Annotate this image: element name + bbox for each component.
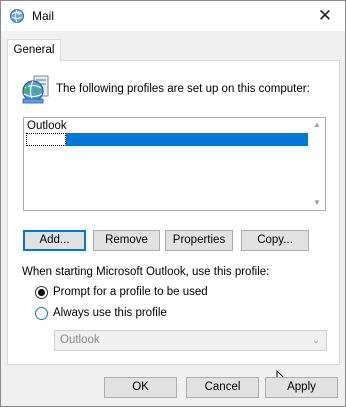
- radio-always-use-profile[interactable]: Always use this profile: [35, 305, 167, 321]
- list-item[interactable]: Outlook: [27, 120, 67, 132]
- startup-label: When starting Microsoft Outlook, use thi…: [22, 266, 270, 278]
- listbox-scrollbar[interactable]: ▲ ▼: [309, 118, 325, 210]
- properties-button[interactable]: Properties: [165, 230, 233, 251]
- mail-globe-icon: [10, 9, 24, 23]
- copy-button[interactable]: Copy...: [241, 230, 309, 251]
- radio-button-checked[interactable]: [35, 285, 48, 299]
- list-item-focus: [26, 133, 66, 146]
- cancel-button[interactable]: Cancel: [186, 377, 259, 398]
- apply-button[interactable]: Apply: [265, 377, 338, 398]
- window-title: Mail: [32, 9, 55, 23]
- scroll-up-icon[interactable]: ▲: [309, 118, 325, 132]
- ok-button[interactable]: OK: [104, 377, 177, 398]
- profiles-intro: The following profiles are set up on thi…: [56, 83, 310, 95]
- tab-general[interactable]: General: [7, 39, 61, 61]
- radio-label[interactable]: Always use this profile: [53, 307, 167, 319]
- general-panel: The following profiles are set up on thi…: [7, 60, 340, 389]
- profile-select-value: Outlook: [60, 334, 100, 346]
- close-icon: ✕: [317, 6, 333, 25]
- profile-select: Outlook ⌄: [54, 330, 327, 351]
- scroll-down-icon[interactable]: ▼: [309, 196, 325, 210]
- profiles-listbox[interactable]: Outlook ▲ ▼: [23, 117, 326, 211]
- radio-label[interactable]: Prompt for a profile to be used: [53, 286, 208, 298]
- profiles-globe-icon: [22, 75, 49, 104]
- radio-button[interactable]: [35, 306, 48, 320]
- mail-dialog: Mail ✕ General The following profiles ar…: [0, 0, 346, 407]
- remove-button[interactable]: Remove: [93, 230, 160, 251]
- title-bar: Mail ✕: [1, 1, 345, 31]
- radio-prompt-profile[interactable]: Prompt for a profile to be used: [35, 284, 208, 300]
- add-button[interactable]: Add...: [23, 230, 86, 251]
- list-item-selected[interactable]: [26, 133, 308, 146]
- list-item-highlight: [66, 133, 308, 146]
- close-button[interactable]: ✕: [305, 1, 345, 31]
- chevron-down-icon: ⌄: [311, 335, 321, 346]
